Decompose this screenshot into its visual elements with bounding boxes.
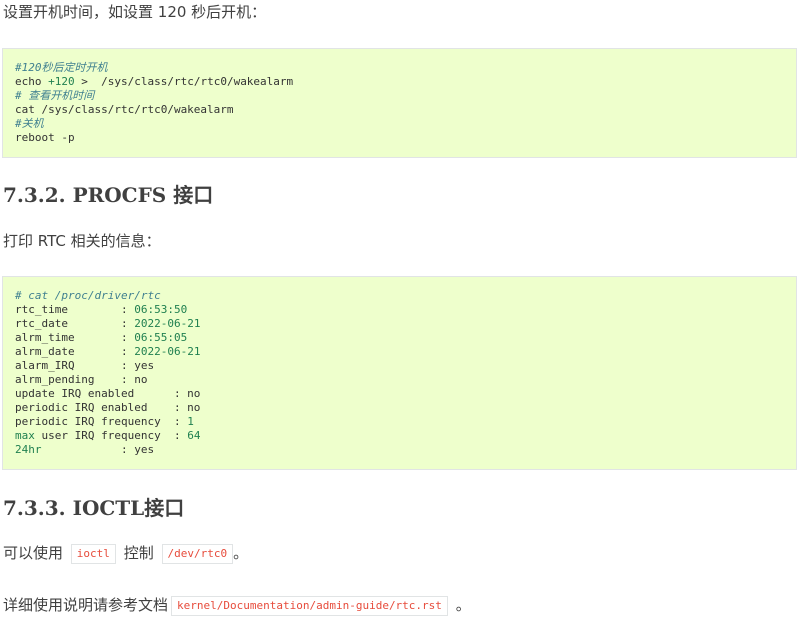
code-line: 24hr : yes bbox=[15, 443, 784, 457]
code-number: max bbox=[15, 429, 35, 442]
code-line: max user IRQ frequency : 64 bbox=[15, 429, 784, 443]
code-text: periodic IRQ enabled : no bbox=[15, 401, 201, 414]
code-number: 64 bbox=[187, 429, 201, 442]
code-line: cat /sys/class/rtc/rtc0/wakealarm bbox=[15, 103, 784, 117]
code-line: # cat /proc/driver/rtc bbox=[15, 289, 784, 303]
doc-reference-paragraph: 详细使用说明请参考文档 kernel/Documentation/admin-gu… bbox=[3, 594, 471, 616]
document-page: 设置开机时间，如设置 120 秒后开机： #120秒后定时开机 echo +120… bbox=[0, 0, 800, 634]
code-text: user IRQ frequency : bbox=[34, 429, 188, 442]
code-line: #120秒后定时开机 bbox=[15, 61, 784, 75]
procfs-paragraph: 打印 RTC 相关的信息： bbox=[3, 232, 161, 250]
code-number: 1 bbox=[187, 415, 194, 428]
code-line: rtc_date : 2022-06-21 bbox=[15, 317, 784, 331]
inline-code-dev-rtc0: /dev/rtc0 bbox=[161, 543, 234, 564]
code-text: update IRQ enabled : no bbox=[15, 387, 201, 400]
code-text: alrm_pending : no bbox=[15, 373, 148, 386]
code-comment: #120秒后定时开机 bbox=[15, 61, 108, 74]
code-line: update IRQ enabled : no bbox=[15, 387, 784, 401]
code-text: echo bbox=[15, 75, 49, 88]
code-block-wakealarm: #120秒后定时开机 echo +120 > /sys/class/rtc/rtc… bbox=[2, 48, 797, 158]
code-block-proc-rtc: # cat /proc/driver/rtc rtc_time : 06:53:5… bbox=[2, 276, 797, 470]
ioctl-text-suffix: 。 bbox=[233, 544, 249, 562]
ioctl-text-middle: 控制 bbox=[123, 544, 154, 562]
code-line: alrm_date : 2022-06-21 bbox=[15, 345, 784, 359]
ioctl-paragraph: 可以使用 ioctl 控制 /dev/rtc0。 bbox=[3, 542, 248, 564]
code-number: +120 bbox=[48, 75, 75, 88]
code-text: alarm_IRQ : yes bbox=[15, 359, 155, 372]
code-text: > /sys/class/rtc/rtc0/wakealarm bbox=[74, 75, 294, 88]
code-line: reboot -p bbox=[15, 131, 784, 145]
code-text: periodic IRQ frequency : bbox=[15, 415, 188, 428]
code-text: alrm_time : bbox=[15, 331, 135, 344]
code-line: #关机 bbox=[15, 117, 784, 131]
section-heading-ioctl: 7.3.3. IOCTL接口 bbox=[3, 496, 185, 520]
code-number: 2022-06-21 bbox=[134, 317, 201, 330]
code-line: alrm_pending : no bbox=[15, 373, 784, 387]
code-line: alrm_time : 06:55:05 bbox=[15, 331, 784, 345]
section-heading-procfs: 7.3.2. PROCFS 接口 bbox=[3, 183, 214, 207]
code-text: rtc_date : bbox=[15, 317, 135, 330]
inline-code-doc-path: kernel/Documentation/admin-guide/rtc.rst bbox=[171, 595, 448, 616]
code-text: alrm_date : bbox=[15, 345, 135, 358]
inline-code-ioctl: ioctl bbox=[70, 543, 116, 564]
code-number: 24hr bbox=[15, 443, 42, 456]
code-comment: # cat /proc/driver/rtc bbox=[15, 289, 161, 302]
code-line: periodic IRQ enabled : no bbox=[15, 401, 784, 415]
code-text: : yes bbox=[41, 443, 155, 456]
code-text: reboot -p bbox=[15, 131, 75, 144]
code-line: periodic IRQ frequency : 1 bbox=[15, 415, 784, 429]
code-comment: #关机 bbox=[15, 117, 44, 130]
code-line: alarm_IRQ : yes bbox=[15, 359, 784, 373]
doc-text-prefix: 详细使用说明请参考文档 bbox=[3, 596, 169, 614]
ioctl-text-prefix: 可以使用 bbox=[3, 544, 64, 562]
code-line: rtc_time : 06:53:50 bbox=[15, 303, 784, 317]
code-number: 2022-06-21 bbox=[134, 345, 201, 358]
code-text: rtc_time : bbox=[15, 303, 135, 316]
intro-paragraph: 设置开机时间，如设置 120 秒后开机： bbox=[3, 3, 267, 21]
doc-text-suffix: 。 bbox=[455, 596, 471, 614]
code-line: echo +120 > /sys/class/rtc/rtc0/wakealar… bbox=[15, 75, 784, 89]
code-number: 06:53:50 bbox=[134, 303, 188, 316]
code-comment: # 查看开机时间 bbox=[15, 89, 95, 102]
code-text: cat /sys/class/rtc/rtc0/wakealarm bbox=[15, 103, 234, 116]
code-line: # 查看开机时间 bbox=[15, 89, 784, 103]
code-number: 06:55:05 bbox=[134, 331, 188, 344]
